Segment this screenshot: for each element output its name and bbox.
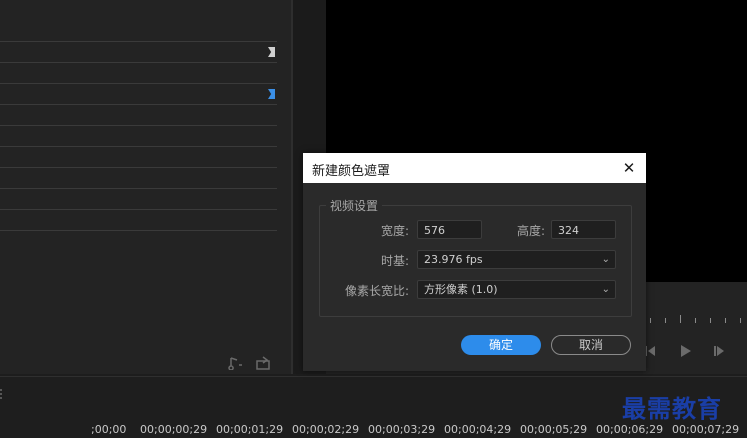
timecode-label: 00;00;00;29 xyxy=(140,423,208,436)
timecode-label: 00;00;03;29 xyxy=(368,423,436,436)
ruler-tick xyxy=(725,318,726,323)
height-label: 高度: xyxy=(516,224,545,238)
timebase-select[interactable]: 23.976 fps ⌄ xyxy=(417,250,616,269)
dialog-titlebar[interactable]: 新建颜色遮罩 ✕ xyxy=(303,153,646,183)
ruler-tick xyxy=(695,318,696,323)
timebase-label: 时基: xyxy=(380,254,409,268)
row-divider xyxy=(0,209,277,210)
marker-icon[interactable] xyxy=(268,47,275,57)
play-icon[interactable] xyxy=(678,344,692,358)
timebase-value: 23.976 fps xyxy=(424,253,483,266)
timecode-label: 00;00;05;29 xyxy=(520,423,588,436)
ruler-tick xyxy=(650,318,651,323)
row-divider xyxy=(0,83,277,84)
step-forward-icon[interactable] xyxy=(713,344,725,358)
watermark-logo: 最需教育 xyxy=(622,394,722,423)
width-label: 宽度: xyxy=(380,224,409,238)
row-divider xyxy=(0,230,277,231)
pixel-aspect-value: 方形像素 (1.0) xyxy=(424,283,498,296)
group-title: 视频设置 xyxy=(326,197,383,214)
timecode-label: 00;00;02;29 xyxy=(292,423,360,436)
dialog-title: 新建颜色遮罩 xyxy=(312,164,391,179)
marker-icon[interactable] xyxy=(268,89,275,99)
timecode-label: 00;00;01;29 xyxy=(216,423,284,436)
pixel-aspect-label: 像素长宽比: xyxy=(344,284,409,298)
cancel-button[interactable]: 取消 xyxy=(551,335,631,355)
ruler-tick xyxy=(680,315,681,323)
timecode-label: 00;00;06;29 xyxy=(596,423,664,436)
row-divider xyxy=(0,41,277,42)
drag-handle-icon[interactable] xyxy=(0,387,4,401)
height-field[interactable]: 324 xyxy=(551,220,616,239)
ruler-tick xyxy=(740,318,741,323)
project-panel xyxy=(0,0,291,374)
row-divider xyxy=(0,104,277,105)
chevron-down-icon: ⌄ xyxy=(601,254,610,265)
timecode-label: 00;00;04;29 xyxy=(444,423,512,436)
width-field[interactable]: 576 xyxy=(417,220,482,239)
ruler-tick xyxy=(710,318,711,323)
export-icon[interactable] xyxy=(255,356,271,370)
ruler-tick xyxy=(665,318,666,323)
row-divider xyxy=(0,188,277,189)
ok-button[interactable]: 确定 xyxy=(461,335,541,355)
row-divider xyxy=(0,146,277,147)
music-note-icon[interactable] xyxy=(228,356,244,370)
timecode-label: ;00;00 xyxy=(91,423,127,436)
close-icon[interactable]: ✕ xyxy=(618,157,640,179)
pixel-aspect-select[interactable]: 方形像素 (1.0) ⌄ xyxy=(417,280,616,299)
row-divider xyxy=(0,62,277,63)
row-divider xyxy=(0,125,277,126)
new-color-matte-dialog: 新建颜色遮罩 ✕ 视频设置 宽度: 576 高度: 324 时基: 23.976… xyxy=(303,153,646,371)
chevron-down-icon: ⌄ xyxy=(601,284,610,295)
row-divider xyxy=(0,167,277,168)
timecode-label: 00;00;07;29 xyxy=(672,423,740,436)
